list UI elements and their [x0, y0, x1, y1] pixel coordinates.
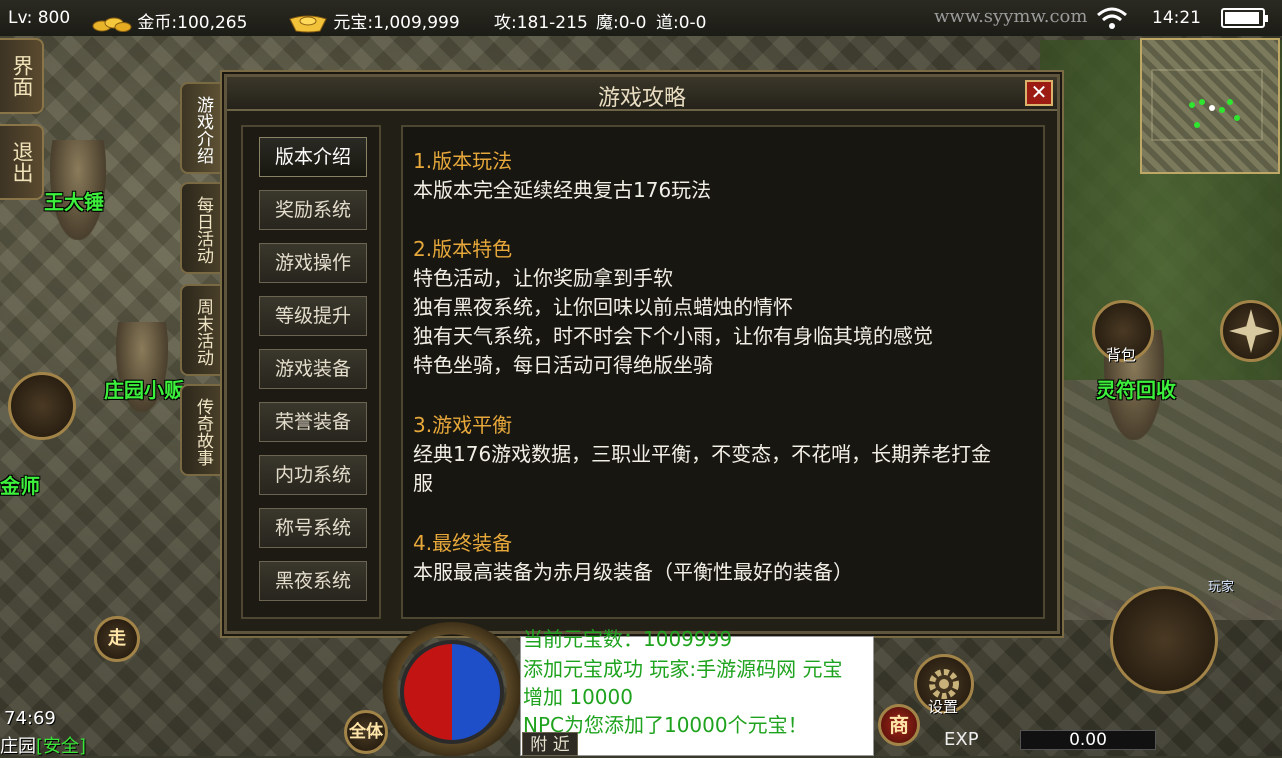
- section-line: 独有黑夜系统，让你回味以前点蜡烛的情怀: [413, 295, 793, 319]
- menu-level-up[interactable]: 等级提升: [259, 296, 367, 336]
- shop-button[interactable]: 商: [878, 704, 920, 746]
- hp-mp-orb: [400, 640, 504, 744]
- section-title: 1.版本玩法: [413, 149, 513, 173]
- tab-daily-activity[interactable]: 每日活动: [180, 182, 222, 274]
- npc-name-smith[interactable]: 金师: [0, 470, 40, 499]
- gold-ingot-icon: [289, 15, 327, 33]
- chat-line: 增加 10000: [523, 685, 633, 709]
- section-line: 本版本完全延续经典复古176玩法: [413, 178, 712, 202]
- npc-name-vendor[interactable]: 庄园小贩: [104, 374, 184, 403]
- gold-label: 金币:: [137, 13, 178, 33]
- gold-coins-icon: [92, 17, 132, 32]
- attack-stat: 攻:181-215: [494, 13, 588, 33]
- interface-button[interactable]: 界面: [0, 38, 44, 114]
- wifi-icon: [1097, 7, 1127, 29]
- menu-honor-equipment[interactable]: 荣誉装备: [259, 402, 367, 442]
- section-line: 服: [413, 471, 433, 495]
- attack-joystick[interactable]: [1110, 586, 1218, 694]
- guide-content: 1.版本玩法 本版本完全延续经典复古176玩法 2.版本特色 特色活动，让你奖励…: [401, 125, 1045, 619]
- tab-game-intro[interactable]: 游戏介绍: [180, 82, 222, 174]
- menu-game-equipment[interactable]: 游戏装备: [259, 349, 367, 389]
- status-bar: Lv: 800 金币:100,265 元宝:1,009,999 攻:181-21…: [0, 0, 1282, 36]
- yuanbao-display: 元宝:1,009,999: [288, 8, 460, 33]
- compass-icon: [1229, 309, 1273, 353]
- gold-value: 100,265: [177, 13, 248, 33]
- yuanbao-label: 元宝:: [333, 13, 374, 33]
- menu-inner-power[interactable]: 内功系统: [259, 455, 367, 495]
- guide-menu: 版本介绍 奖励系统 游戏操作 等级提升 游戏装备 荣誉装备 内功系统 称号系统 …: [241, 125, 381, 619]
- level-text: Lv: 800: [8, 8, 71, 28]
- section-line: 本服最高装备为赤月级装备（平衡性最好的装备）: [413, 560, 853, 584]
- map-coordinates: 74:69: [4, 708, 56, 729]
- minimap[interactable]: [1140, 38, 1280, 174]
- gold-display: 金币:100,265: [92, 8, 247, 33]
- shop-label: 商: [889, 713, 909, 737]
- chat-line: 当前元宝数：1009999: [523, 627, 733, 651]
- minimap-markers: [1151, 69, 1263, 141]
- section-title: 2.版本特色: [413, 237, 513, 261]
- dialog-title-bar: 游戏攻略 ✕: [227, 77, 1057, 111]
- bag-label: 背包: [1106, 346, 1137, 364]
- menu-reward-system[interactable]: 奖励系统: [259, 190, 367, 230]
- menu-version-intro[interactable]: 版本介绍: [259, 137, 367, 177]
- settings-label: 设置: [928, 698, 959, 716]
- chat-line: 添加元宝成功 玩家:手游源码网 元宝: [523, 657, 843, 681]
- tab-weekend-activity[interactable]: 周末活动: [180, 284, 222, 376]
- walk-button[interactable]: 走: [94, 616, 140, 662]
- skill-lion-icon[interactable]: [8, 372, 76, 440]
- section-title: 3.游戏平衡: [413, 413, 513, 437]
- npc-name-wang[interactable]: 王大锤: [44, 186, 104, 215]
- compass-button[interactable]: [1220, 300, 1282, 362]
- menu-night-system[interactable]: 黑夜系统: [259, 561, 367, 601]
- section-line: 经典176游戏数据，三职业平衡，不变态，不花哨，长期养老打金: [413, 442, 992, 466]
- exit-button[interactable]: 退出: [0, 124, 44, 200]
- watermark-text: www.syymw.com: [934, 6, 1088, 27]
- exp-bar: 0.00: [1020, 730, 1156, 750]
- battery-icon: [1221, 8, 1268, 28]
- section-line: 特色活动，让你奖励拿到手软: [413, 266, 673, 290]
- battery-fill: [1225, 12, 1260, 24]
- location-name: 庄园[安全]: [0, 732, 86, 758]
- game-guide-dialog: 游戏攻略 ✕ 版本介绍 奖励系统 游戏操作 等级提升 游戏装备 荣誉装备 内功系…: [224, 74, 1060, 634]
- tao-stat: 道:0-0: [656, 13, 707, 33]
- walk-label: 走: [108, 628, 126, 649]
- close-button[interactable]: ✕: [1025, 80, 1053, 106]
- all-chat-label: 全体: [349, 722, 383, 742]
- player-label[interactable]: 玩家: [1208, 576, 1234, 595]
- menu-game-controls[interactable]: 游戏操作: [259, 243, 367, 283]
- menu-title-system[interactable]: 称号系统: [259, 508, 367, 548]
- all-chat-button[interactable]: 全体: [344, 710, 388, 754]
- safe-zone-label: [安全]: [36, 736, 87, 757]
- section-title: 4.最终装备: [413, 531, 513, 555]
- section-line: 特色坐骑，每日活动可得绝版坐骑: [413, 353, 713, 377]
- yuanbao-value: 1,009,999: [373, 13, 460, 33]
- npc-name-recycler[interactable]: 灵符回收: [1096, 374, 1176, 403]
- magic-stat: 魔:0-0: [596, 13, 647, 33]
- section-line: 独有天气系统，时不时会下个小雨，让你有身临其境的感觉: [413, 324, 933, 348]
- clock-text: 14:21: [1152, 8, 1201, 28]
- road-area: [1060, 380, 1282, 620]
- location-label: 庄园: [0, 736, 36, 757]
- exp-label: EXP: [944, 729, 979, 750]
- dialog-title: 游戏攻略: [597, 86, 686, 111]
- chat-tab-nearby[interactable]: 附 近: [522, 732, 578, 756]
- tab-legend-story[interactable]: 传奇故事: [180, 384, 222, 476]
